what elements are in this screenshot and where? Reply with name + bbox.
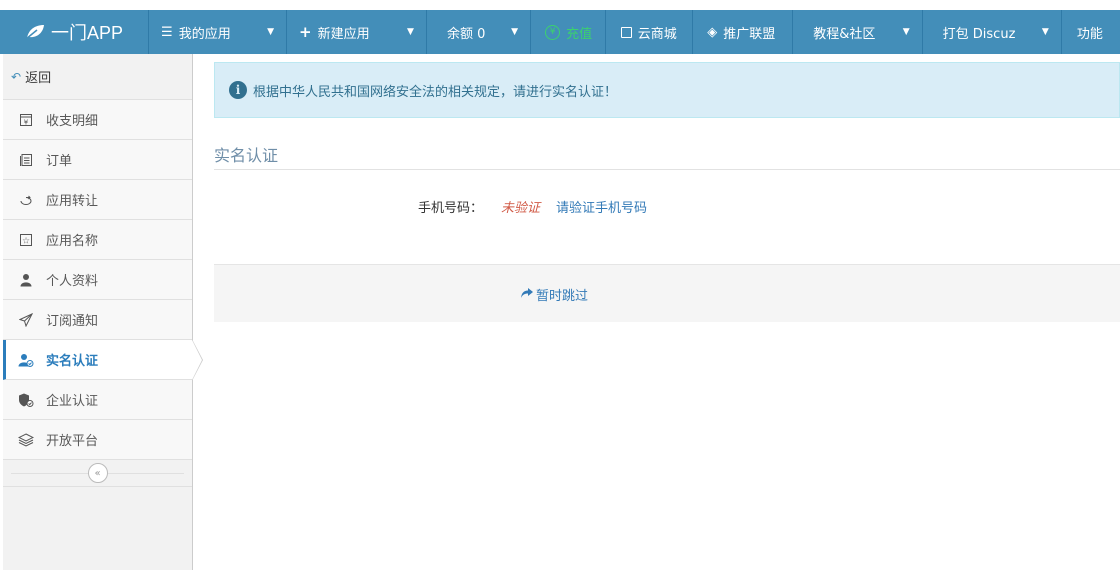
- nav-cloud-store[interactable]: 云商城: [604, 10, 692, 54]
- plus-icon: +: [299, 23, 312, 41]
- sidebar-item-open-platform[interactable]: 开放平台: [3, 420, 192, 460]
- sidebar-collapse-bar: «: [3, 460, 192, 487]
- nav-label: 云商城: [637, 26, 677, 42]
- info-alert: i 根据中华人民共和国网络安全法的相关规定，请进行实名认证！: [214, 62, 1120, 118]
- nav-label: 打包 Discuz: [942, 26, 1016, 42]
- nav-label: 充值: [566, 26, 593, 42]
- sidebar-item-transfer[interactable]: 应用转让: [3, 180, 192, 220]
- sidebar-item-income[interactable]: ¥ 收支明细: [3, 100, 192, 140]
- nav-label: 功能: [1076, 26, 1103, 42]
- sidebar-item-label: 企业认证: [46, 394, 99, 409]
- nav-label: 教程&社区: [813, 26, 876, 42]
- svg-text:¥: ¥: [24, 118, 29, 126]
- brand-name: 一门APP: [51, 23, 124, 43]
- nav-label: 余额 0: [446, 26, 486, 42]
- document-icon: [18, 153, 34, 167]
- nav-new-app[interactable]: + 新建应用 ▼: [286, 10, 426, 54]
- chevron-down-icon: ▼: [902, 27, 910, 37]
- chevron-down-icon: ▼: [511, 27, 519, 37]
- skip-button[interactable]: 暂时跳过: [520, 285, 588, 304]
- collapse-icon[interactable]: «: [87, 463, 108, 483]
- nav-recharge[interactable]: ¥ 充值: [530, 10, 605, 54]
- skip-label: 暂时跳过: [536, 289, 589, 304]
- nav-affiliate[interactable]: ◈ 推广联盟: [692, 10, 792, 54]
- svg-text:☆: ☆: [22, 236, 30, 246]
- chevron-down-icon: ▼: [1041, 27, 1049, 37]
- leaf-icon: [25, 25, 44, 40]
- sidebar-item-label: 实名认证: [46, 354, 99, 369]
- verify-phone-link[interactable]: 请验证手机号码: [556, 197, 647, 216]
- star-icon: ☆: [18, 233, 34, 247]
- nav-balance[interactable]: 余额 0 ▼: [425, 10, 530, 54]
- store-icon: [620, 26, 632, 38]
- back-label: 返回: [25, 71, 52, 86]
- nav-label: 推广联盟: [723, 26, 776, 42]
- phone-status-badge: 未验证: [501, 201, 541, 216]
- back-arrow-icon: ↶: [11, 69, 22, 84]
- form-actions: 暂时跳过: [214, 264, 1120, 322]
- user-icon: [18, 273, 34, 287]
- paper-plane-icon: [18, 312, 34, 327]
- chevron-down-icon: ▼: [407, 27, 414, 37]
- nav-my-apps[interactable]: ☰ 我的应用 ▼: [148, 10, 286, 54]
- nav-label: 我的应用: [178, 26, 231, 42]
- sidebar-item-profile[interactable]: 个人资料: [3, 260, 192, 300]
- sidebar-item-label: 收支明细: [46, 114, 99, 129]
- sidebar-item-label: 个人资料: [46, 274, 99, 289]
- list-icon: ☰: [161, 24, 173, 40]
- info-icon: i: [229, 81, 247, 99]
- chevron-down-icon: ▼: [267, 27, 275, 37]
- sidebar-item-label: 应用名称: [46, 234, 99, 249]
- sidebar-item-subscription[interactable]: 订阅通知: [3, 300, 192, 340]
- company-verified-icon: [18, 393, 34, 407]
- nav-features[interactable]: 功能: [1060, 10, 1120, 54]
- yen-icon: ¥: [545, 24, 561, 40]
- phone-verification-row: 手机号码： 未验证 请验证手机号码: [418, 197, 647, 216]
- alert-text: 根据中华人民共和国网络安全法的相关规定，请进行实名认证！: [253, 84, 618, 100]
- sidebar-item-label: 开放平台: [46, 434, 99, 449]
- back-link[interactable]: ↶ 返回: [3, 54, 192, 100]
- layers-icon: [18, 432, 34, 447]
- nav-pack-discuz[interactable]: 打包 Discuz ▼: [921, 10, 1061, 54]
- sidebar-item-label: 订阅通知: [46, 314, 99, 329]
- share-arrow-icon: [520, 287, 534, 303]
- sidebar-item-real-name[interactable]: 实名认证: [3, 339, 203, 381]
- sidebar-item-orders[interactable]: 订单: [3, 140, 192, 180]
- sidebar-item-app-name[interactable]: ☆ 应用名称: [3, 220, 192, 260]
- top-strip: [0, 0, 1120, 10]
- top-navbar: 一门APP ☰ 我的应用 ▼ + 新建应用 ▼ 余额 0 ▼ ¥ 充值 云商城 …: [0, 10, 1120, 54]
- phone-label: 手机号码：: [418, 201, 484, 216]
- user-verified-icon: [18, 353, 34, 367]
- receipt-icon: ¥: [18, 113, 34, 127]
- transfer-icon: [18, 193, 34, 207]
- sidebar-item-label: 订单: [46, 154, 73, 169]
- sidebar: ↶ 返回 ¥ 收支明细 订单 应用转让 ☆ 应用名称 个人资料 订阅通知 实名认…: [3, 54, 203, 570]
- sidebar-item-label: 应用转让: [46, 194, 99, 209]
- diamond-icon: ◈: [707, 24, 718, 40]
- nav-label: 新建应用: [317, 26, 370, 42]
- brand[interactable]: 一门APP: [0, 10, 148, 54]
- sidebar-item-enterprise[interactable]: 企业认证: [3, 380, 192, 420]
- nav-tutorial[interactable]: 教程&社区 ▼: [792, 10, 921, 54]
- page-title: 实名认证: [214, 146, 279, 165]
- title-divider: [214, 169, 1120, 170]
